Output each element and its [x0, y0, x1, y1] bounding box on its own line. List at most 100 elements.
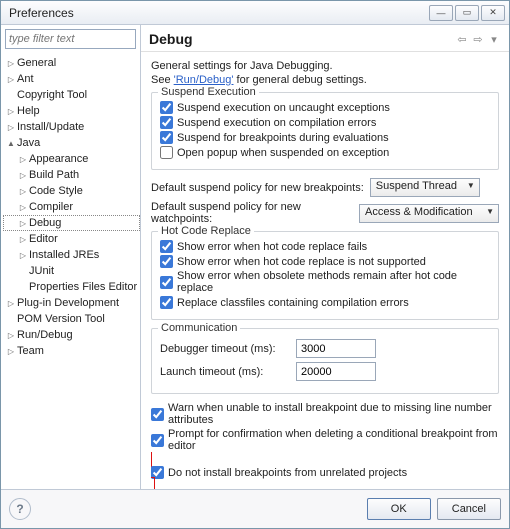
- twist-icon[interactable]: ▷: [17, 203, 29, 212]
- chk-hcr-unsupported[interactable]: Show error when hot code replace is not …: [160, 255, 490, 268]
- tree-item[interactable]: ▷Debug: [3, 215, 140, 231]
- tree-item[interactable]: ▲Java: [3, 135, 140, 151]
- tree-item[interactable]: ▷Team: [3, 343, 140, 359]
- highlight-box: Do not install breakpoints from unrelate…: [151, 452, 499, 489]
- chk-comp-err[interactable]: Suspend execution on compilation errors: [160, 116, 490, 129]
- see-prefix: See: [151, 74, 174, 86]
- titlebar[interactable]: Preferences — ▭ ✕: [1, 1, 509, 25]
- policy-wp-row: Default suspend policy for new watchpoin…: [151, 201, 499, 225]
- twist-icon[interactable]: ▷: [5, 75, 17, 84]
- dbg-timeout-row: Debugger timeout (ms):: [160, 339, 490, 358]
- right-panel: Debug ⇦ ⇨ ▾ General settings for Java De…: [141, 25, 509, 489]
- tree-item[interactable]: ▷General: [3, 55, 140, 71]
- tree-label: Team: [17, 345, 44, 357]
- preferences-window: Preferences — ▭ ✕ ▷General▷AntCopyright …: [0, 0, 510, 529]
- dbg-timeout-input[interactable]: [296, 339, 376, 358]
- tree-label: Java: [17, 137, 40, 149]
- chk-prompt-delete[interactable]: Prompt for confirmation when deleting a …: [151, 428, 499, 452]
- chk-hcr-fail-box[interactable]: [160, 240, 173, 253]
- tree-label: Editor: [29, 233, 58, 245]
- twist-icon[interactable]: ▷: [5, 331, 17, 340]
- tree-item[interactable]: ▷Compiler: [3, 199, 140, 215]
- chk-hcr-replace-box[interactable]: [160, 296, 173, 309]
- dropdown-icon[interactable]: ▾: [487, 32, 501, 46]
- chk-hcr-fail[interactable]: Show error when hot code replace fails: [160, 240, 490, 253]
- tree-label: Copyright Tool: [17, 89, 87, 101]
- filter-input[interactable]: [5, 29, 136, 49]
- tree-item[interactable]: ▷Install/Update: [3, 119, 140, 135]
- chk-comp-err-box[interactable]: [160, 116, 173, 129]
- tree-item[interactable]: ▷Run/Debug: [3, 327, 140, 343]
- tree-item[interactable]: ▷Appearance: [3, 151, 140, 167]
- filter-box: [5, 29, 136, 49]
- see-line: See 'Run/Debug' for general debug settin…: [151, 74, 499, 86]
- minimize-button[interactable]: —: [429, 5, 453, 21]
- tree-label: Code Style: [29, 185, 83, 197]
- policy-bp-label: Default suspend policy for new breakpoin…: [151, 182, 364, 194]
- group-label: Communication: [158, 322, 240, 334]
- tree-item[interactable]: ▷Help: [3, 103, 140, 119]
- launch-timeout-input[interactable]: [296, 362, 376, 381]
- tree-item[interactable]: ▷Plug-in Development: [3, 295, 140, 311]
- twist-icon[interactable]: ▷: [5, 347, 17, 356]
- cancel-button[interactable]: Cancel: [437, 498, 501, 520]
- forward-icon[interactable]: ⇨: [471, 32, 485, 46]
- help-icon[interactable]: ?: [9, 498, 31, 520]
- launch-timeout-row: Launch timeout (ms):: [160, 362, 490, 381]
- tree-item[interactable]: ▷Build Path: [3, 167, 140, 183]
- chk-warn-linenum-box[interactable]: [151, 408, 164, 421]
- tree-item[interactable]: Copyright Tool: [3, 87, 140, 103]
- tree-item[interactable]: ▷Editor: [3, 231, 140, 247]
- chk-uncaught[interactable]: Suspend execution on uncaught exceptions: [160, 101, 490, 114]
- twist-icon[interactable]: ▷: [5, 299, 17, 308]
- twist-icon[interactable]: ▷: [17, 219, 29, 228]
- chk-hcr-replace[interactable]: Replace classfiles containing compilatio…: [160, 296, 490, 309]
- group-label: Hot Code Replace: [158, 225, 254, 237]
- policy-wp-combo[interactable]: Access & Modification: [359, 204, 499, 223]
- window-buttons: — ▭ ✕: [429, 5, 505, 21]
- close-button[interactable]: ✕: [481, 5, 505, 21]
- chk-unrelated-bp-box[interactable]: [151, 466, 164, 479]
- twist-icon[interactable]: ▷: [17, 235, 29, 244]
- preferences-tree[interactable]: ▷General▷AntCopyright Tool▷Help▷Install/…: [1, 53, 140, 489]
- tree-label: Ant: [17, 73, 34, 85]
- run-debug-link[interactable]: 'Run/Debug': [174, 74, 234, 86]
- chk-hcr-unsupported-box[interactable]: [160, 255, 173, 268]
- group-label: Suspend Execution: [158, 86, 259, 98]
- chk-uncaught-box[interactable]: [160, 101, 173, 114]
- twist-icon[interactable]: ▷: [5, 59, 17, 68]
- policy-bp-combo[interactable]: Suspend Thread: [370, 178, 480, 197]
- tree-label: Appearance: [29, 153, 88, 165]
- twist-icon[interactable]: ▷: [5, 107, 17, 116]
- chk-popup-box[interactable]: [160, 146, 173, 159]
- left-panel: ▷General▷AntCopyright Tool▷Help▷Install/…: [1, 25, 141, 489]
- twist-icon[interactable]: ▷: [17, 155, 29, 164]
- tree-label: Install/Update: [17, 121, 84, 133]
- back-icon[interactable]: ⇦: [455, 32, 469, 46]
- twist-icon[interactable]: ▷: [17, 187, 29, 196]
- ok-button[interactable]: OK: [367, 498, 431, 520]
- tree-item[interactable]: ▷Code Style: [3, 183, 140, 199]
- tree-item[interactable]: POM Version Tool: [3, 311, 140, 327]
- content-area: ▷General▷AntCopyright Tool▷Help▷Install/…: [1, 25, 509, 490]
- tree-item[interactable]: JUnit: [3, 263, 140, 279]
- chk-unrelated-bp[interactable]: Do not install breakpoints from unrelate…: [151, 466, 499, 479]
- twist-icon[interactable]: ▷: [5, 123, 17, 132]
- chk-prompt-delete-box[interactable]: [151, 434, 164, 447]
- tree-item[interactable]: ▷Installed JREs: [3, 247, 140, 263]
- twist-icon[interactable]: ▷: [17, 171, 29, 180]
- tree-item[interactable]: ▷Ant: [3, 71, 140, 87]
- chk-popup[interactable]: Open popup when suspended on exception: [160, 146, 490, 159]
- chk-bp-eval[interactable]: Suspend for breakpoints during evaluatio…: [160, 131, 490, 144]
- tree-item[interactable]: Properties Files Editor: [3, 279, 140, 295]
- hot-code-replace-group: Hot Code Replace Show error when hot cod…: [151, 231, 499, 320]
- twist-icon[interactable]: ▷: [17, 251, 29, 260]
- twist-icon[interactable]: ▲: [5, 139, 17, 148]
- chk-warn-linenum[interactable]: Warn when unable to install breakpoint d…: [151, 402, 499, 426]
- maximize-button[interactable]: ▭: [455, 5, 479, 21]
- chk-hcr-obsolete-box[interactable]: [160, 276, 173, 289]
- page-header: Debug ⇦ ⇨ ▾: [141, 25, 509, 52]
- chk-hcr-obsolete[interactable]: Show error when obsolete methods remain …: [160, 270, 490, 294]
- chk-bp-eval-box[interactable]: [160, 131, 173, 144]
- tree-label: Installed JREs: [29, 249, 99, 261]
